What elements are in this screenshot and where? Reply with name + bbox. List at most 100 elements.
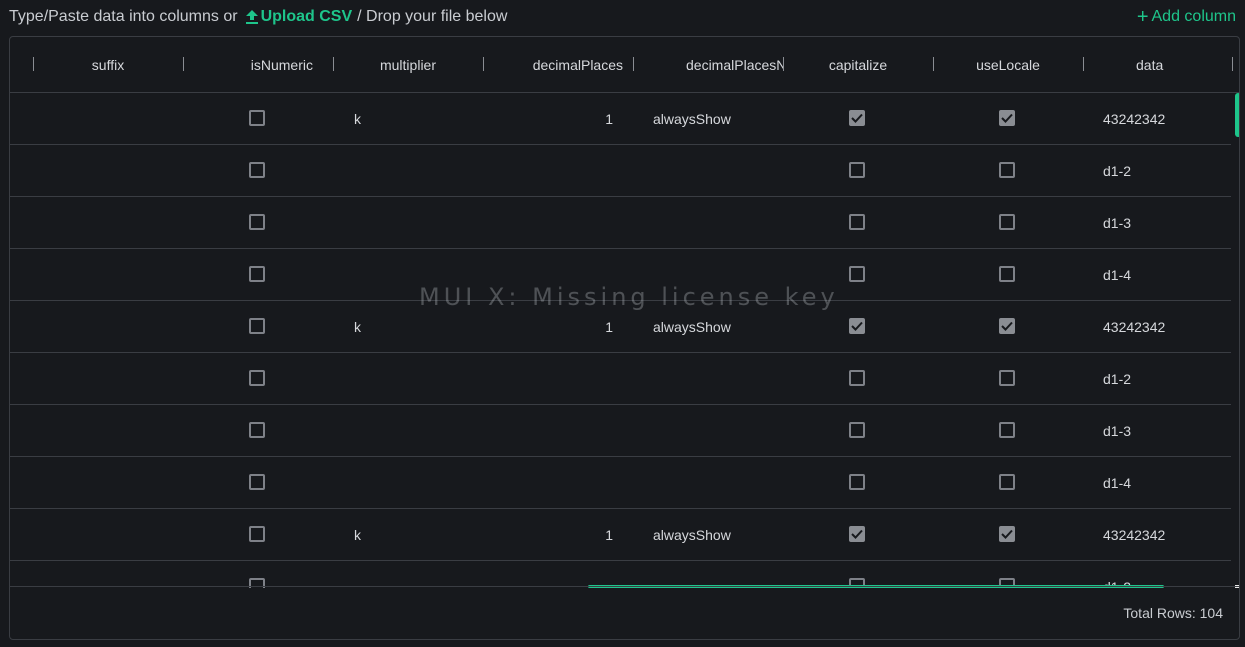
uselocale-checkbox[interactable] xyxy=(999,266,1015,282)
decimalplaces-cell[interactable] xyxy=(483,353,613,404)
decimalplacesn-cell[interactable]: alwaysShow xyxy=(653,93,731,144)
uselocale-checkbox[interactable] xyxy=(999,162,1015,178)
decimalplaces-cell[interactable] xyxy=(483,249,613,300)
toolbar: Type/Paste data into columns or Upload C… xyxy=(9,6,1237,30)
data-cell[interactable]: 43242342 xyxy=(1103,301,1165,352)
capitalize-checkbox[interactable] xyxy=(849,214,865,230)
cell-value: 43242342 xyxy=(1103,318,1166,335)
isnumeric-checkbox[interactable] xyxy=(249,526,265,542)
uselocale-checkbox[interactable] xyxy=(999,110,1015,126)
cell-value: k xyxy=(354,110,361,127)
column-header-label: decimalPlacesN xyxy=(686,56,783,73)
uselocale-checkbox[interactable] xyxy=(999,422,1015,438)
grid-body: k 1 alwaysShow 43242342 d1-2 d1-3 d1-4 k 1 always… xyxy=(10,93,1239,588)
data-cell[interactable]: d1-4 xyxy=(1103,249,1131,300)
upload-csv-button[interactable]: Upload CSV xyxy=(245,8,353,26)
uselocale-checkbox[interactable] xyxy=(999,474,1015,490)
decimalplacesn-cell[interactable]: alwaysShow xyxy=(653,301,731,352)
capitalize-checkbox[interactable] xyxy=(849,318,865,334)
uselocale-checkbox[interactable] xyxy=(999,370,1015,386)
uselocale-checkbox[interactable] xyxy=(999,526,1015,542)
decimalplaces-cell[interactable] xyxy=(483,197,613,248)
cell-value: 43242342 xyxy=(1103,110,1166,127)
data-cell[interactable]: 43242342 xyxy=(1103,93,1165,144)
decimalplaces-cell[interactable] xyxy=(483,145,613,196)
decimalplacesn-cell[interactable]: alwaysShow xyxy=(653,509,731,560)
vertical-scrollbar[interactable] xyxy=(1235,93,1239,137)
cell-value: k xyxy=(354,526,361,543)
table-row: d1-3 xyxy=(10,405,1231,457)
isnumeric-checkbox[interactable] xyxy=(249,474,265,490)
column-header-label: suffix xyxy=(91,56,125,73)
capitalize-checkbox[interactable] xyxy=(849,266,865,282)
column-header-label: isNumeric xyxy=(250,56,313,73)
multiplier-cell[interactable]: k xyxy=(354,93,361,144)
isnumeric-checkbox[interactable] xyxy=(249,162,265,178)
decimalplaces-cell[interactable]: 1 xyxy=(483,509,613,560)
table-row: d1-2 xyxy=(10,353,1231,405)
decimalplaces-cell[interactable] xyxy=(483,405,613,456)
capitalize-checkbox[interactable] xyxy=(849,422,865,438)
total-rows-count: Total Rows: 104 xyxy=(1123,605,1223,621)
data-cell[interactable]: d1-3 xyxy=(1103,405,1131,456)
data-cell[interactable]: d1-2 xyxy=(1103,353,1131,404)
isnumeric-checkbox[interactable] xyxy=(249,318,265,334)
column-header-suffix[interactable]: suffix xyxy=(33,37,183,92)
cell-value: d1-3 xyxy=(1103,422,1132,439)
isnumeric-checkbox[interactable] xyxy=(249,370,265,386)
column-header-isnumeric[interactable]: isNumeric xyxy=(183,37,333,92)
cell-value: d1-4 xyxy=(1103,474,1132,491)
upload-csv-label: Upload CSV xyxy=(260,8,353,25)
uselocale-checkbox[interactable] xyxy=(999,214,1015,230)
decimalplaces-cell[interactable] xyxy=(483,457,613,508)
multiplier-cell[interactable]: k xyxy=(354,509,361,560)
capitalize-checkbox[interactable] xyxy=(849,162,865,178)
isnumeric-checkbox[interactable] xyxy=(249,422,265,438)
isnumeric-checkbox[interactable] xyxy=(249,266,265,282)
column-header-capitalize[interactable]: capitalize xyxy=(783,37,933,92)
decimalplaces-cell[interactable]: 1 xyxy=(483,93,613,144)
column-header-label: decimalPlaces xyxy=(532,56,623,73)
table-row: d1-2 xyxy=(10,145,1231,197)
grid-header: suffix isNumeric multiplier decimalPlace… xyxy=(10,37,1239,93)
table-row: d1-4 xyxy=(10,457,1231,509)
table-row: k 1 alwaysShow 43242342 xyxy=(10,509,1231,561)
capitalize-checkbox[interactable] xyxy=(849,370,865,386)
column-header-multiplier[interactable]: multiplier xyxy=(333,37,483,92)
decimalplaces-cell[interactable] xyxy=(483,561,613,588)
table-row: k 1 alwaysShow 43242342 xyxy=(10,301,1231,353)
data-cell[interactable]: d1-3 xyxy=(1103,197,1131,248)
data-cell[interactable]: d1-4 xyxy=(1103,457,1131,508)
column-header-data[interactable]: data xyxy=(1083,37,1233,92)
table-row: k 1 alwaysShow 43242342 xyxy=(10,93,1231,145)
capitalize-checkbox[interactable] xyxy=(849,526,865,542)
capitalize-checkbox[interactable] xyxy=(849,110,865,126)
plus-icon: + xyxy=(1136,6,1149,28)
cell-value: d1-3 xyxy=(1103,214,1132,231)
column-header-decimalplaces[interactable]: decimalPlaces xyxy=(483,37,633,92)
cell-value: 1 xyxy=(605,318,613,335)
cell-value: 1 xyxy=(605,526,613,543)
isnumeric-checkbox[interactable] xyxy=(249,214,265,230)
uselocale-checkbox[interactable] xyxy=(999,318,1015,334)
capitalize-checkbox[interactable] xyxy=(849,474,865,490)
decimalplaces-cell[interactable]: 1 xyxy=(483,301,613,352)
add-column-label: Add column xyxy=(1151,8,1237,25)
data-cell[interactable]: d1-2 xyxy=(1103,561,1131,589)
column-header-uselocale[interactable]: useLocale xyxy=(933,37,1083,92)
data-grid: suffix isNumeric multiplier decimalPlace… xyxy=(9,36,1240,640)
isnumeric-checkbox[interactable] xyxy=(249,110,265,126)
column-header-decimalplacesn[interactable]: decimalPlacesN xyxy=(633,37,783,92)
cell-value: d1-2 xyxy=(1103,370,1132,387)
cell-value: d1-2 xyxy=(1103,162,1132,179)
cell-value: alwaysShow xyxy=(653,526,731,543)
table-row: d1-2 xyxy=(10,561,1231,588)
column-separator[interactable] xyxy=(1232,57,1233,71)
add-column-button[interactable]: + Add column xyxy=(1136,6,1237,28)
upload-icon xyxy=(245,10,258,24)
cell-value: k xyxy=(354,318,361,335)
data-cell[interactable]: d1-2 xyxy=(1103,145,1131,196)
data-cell[interactable]: 43242342 xyxy=(1103,509,1165,560)
cell-value: 1 xyxy=(605,110,613,127)
multiplier-cell[interactable]: k xyxy=(354,301,361,352)
